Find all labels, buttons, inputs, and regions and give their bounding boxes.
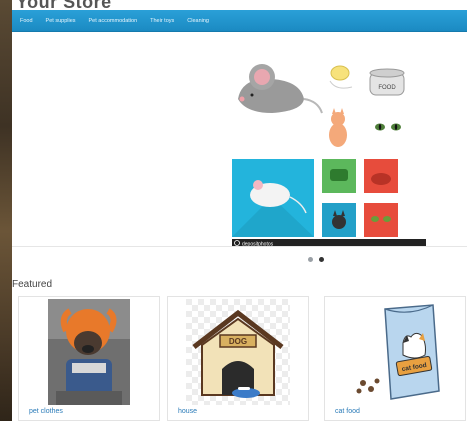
- cat-eyes-icon: [375, 123, 401, 131]
- product-card-house[interactable]: DOG house: [167, 296, 309, 421]
- carousel-dot-1[interactable]: [308, 257, 313, 262]
- product-card-pet-clothes[interactable]: pet clothes: [18, 296, 160, 421]
- product-card-cat-food[interactable]: cat food cat food: [324, 296, 466, 421]
- nav-item-pet-supplies[interactable]: Pet supplies: [46, 18, 76, 24]
- nav-item-pet-accommodation[interactable]: Pet accommodation: [89, 18, 138, 24]
- cheese-and-bowl-icons: [329, 65, 353, 89]
- nav-item-their-toys[interactable]: Their toys: [150, 18, 174, 24]
- dog-house-image[interactable]: DOG: [186, 299, 290, 405]
- food-can-label: FOOD: [378, 85, 396, 91]
- food-can-icon: FOOD: [369, 68, 405, 96]
- cat-illustration: [329, 108, 347, 147]
- main-navbar: Food Pet supplies Pet accommodation Thei…: [12, 10, 467, 32]
- mouse-illustration: [238, 64, 323, 114]
- dog-house-sign: DOG: [229, 337, 247, 346]
- hero-divider: [12, 246, 467, 247]
- featured-heading: Featured: [12, 279, 53, 290]
- background-photo-strip: [0, 0, 12, 421]
- hero-carousel[interactable]: FOOD depositphotos: [12, 33, 467, 247]
- pet-clothes-image[interactable]: [48, 299, 130, 405]
- product-name-pet-clothes[interactable]: pet clothes: [29, 408, 63, 415]
- nav-item-cleaning[interactable]: Cleaning: [187, 18, 209, 24]
- product-name-cat-food[interactable]: cat food: [335, 408, 360, 415]
- store-page: Your Store Food Pet supplies Pet accommo…: [12, 0, 467, 421]
- nav-item-food[interactable]: Food: [20, 18, 33, 24]
- icon-tile-grid: [232, 159, 398, 237]
- cat-food-bag-image[interactable]: cat food: [345, 299, 445, 405]
- product-name-house[interactable]: house: [178, 408, 197, 415]
- hero-banner-image: FOOD depositphotos: [232, 64, 426, 247]
- carousel-dot-2-active[interactable]: [319, 257, 324, 262]
